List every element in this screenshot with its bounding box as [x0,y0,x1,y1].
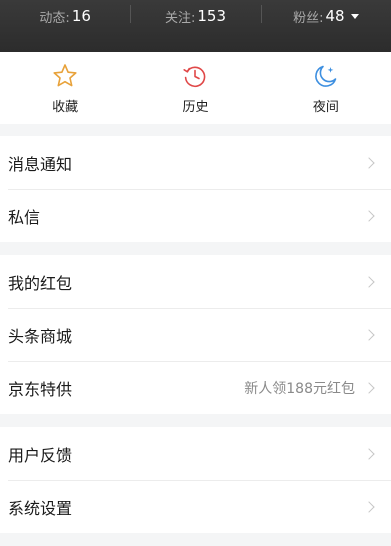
stat-posts-label: 动态: [39,10,70,26]
history-button[interactable]: 历史 [130,52,260,124]
chevron-right-icon [363,209,375,222]
menu-item-private-messages[interactable]: 私信 [0,189,391,242]
stat-followers[interactable]: 粉丝: 48 [260,1,391,31]
menu-item-label: 京东特供 [8,379,73,399]
profile-stats-bar: 动态: 16 关注: 153 粉丝: 48 [0,0,391,52]
chevron-right-icon [363,156,375,169]
menu-item-label: 我的红包 [8,273,73,293]
night-mode-label: 夜间 [312,100,339,115]
chevron-right-icon [363,328,375,341]
quick-actions: 收藏 历史 夜间 [0,52,391,124]
menu-item-label: 消息通知 [8,154,73,174]
menu-item-label: 头条商城 [8,326,73,346]
promo-text: 新人领188元红包 [244,380,355,397]
menu-item-label: 私信 [8,207,41,227]
menu-item-mall[interactable]: 头条商城 [0,308,391,361]
menu-item-feedback[interactable]: 用户反馈 [0,427,391,480]
history-icon [183,66,206,88]
favorites-label: 收藏 [52,100,79,115]
menu-item-notifications[interactable]: 消息通知 [0,136,391,189]
star-icon [53,64,77,87]
stat-posts[interactable]: 动态: 16 [0,1,130,31]
menu-item-jd-special[interactable]: 京东特供 新人领188元红包 [0,361,391,414]
chevron-right-icon [363,275,375,288]
stat-followers-label: 粉丝: [293,10,324,26]
chevron-right-icon [363,500,375,513]
night-mode-button[interactable]: 夜间 [261,52,391,124]
menu-group-messages: 消息通知 私信 [0,136,391,242]
stat-followers-value: 48 [325,7,345,25]
chevron-right-icon [363,381,375,394]
stat-following[interactable]: 关注: 153 [130,1,260,31]
dropdown-caret-icon [350,13,359,19]
menu-item-red-packets[interactable]: 我的红包 [0,255,391,308]
menu-item-settings[interactable]: 系统设置 [0,480,391,533]
night-mode-icon [314,65,337,87]
menu-group-shopping: 我的红包 头条商城 京东特供 新人领188元红包 [0,255,391,414]
stat-following-label: 关注: [164,10,196,26]
menu-item-label: 用户反馈 [8,445,73,465]
stat-posts-value: 16 [71,7,91,25]
menu-group-settings: 用户反馈 系统设置 [0,427,391,533]
chevron-right-icon [363,447,375,460]
favorites-button[interactable]: 收藏 [0,52,130,124]
stat-following-value: 153 [197,7,226,25]
history-label: 历史 [182,100,209,115]
menu-item-label: 系统设置 [8,498,73,518]
